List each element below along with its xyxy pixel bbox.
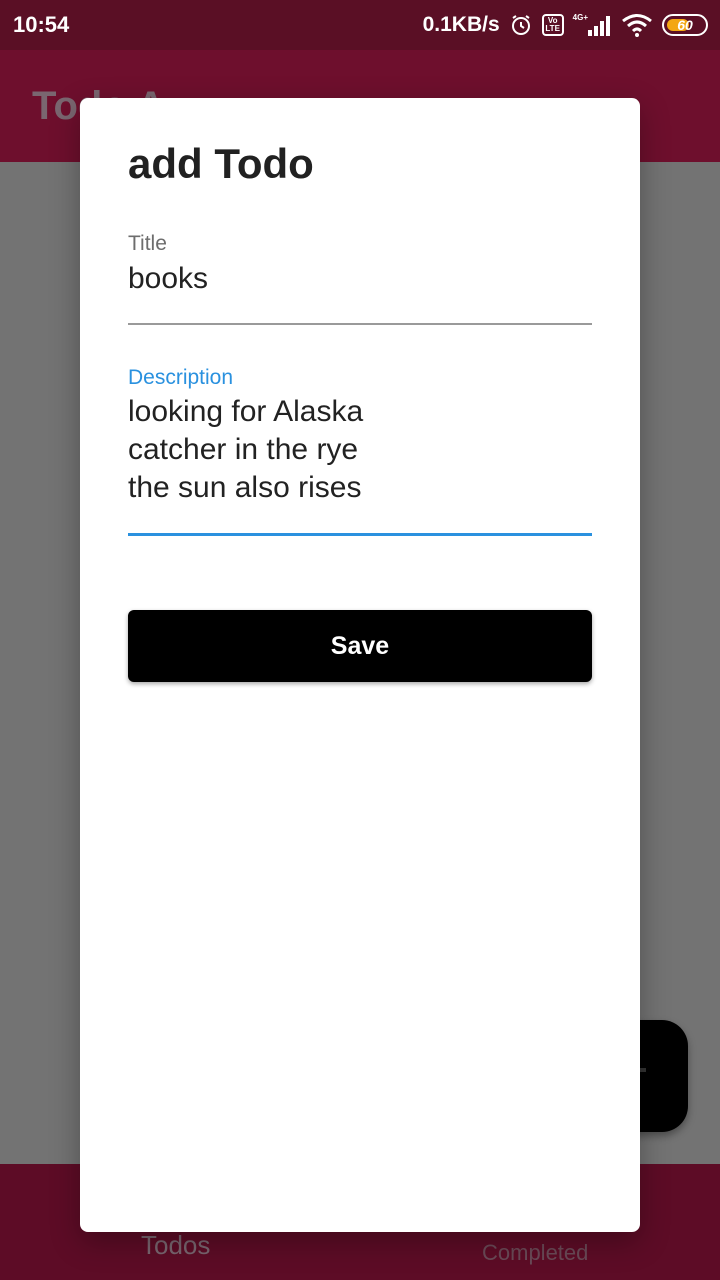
description-field-label: Description [128, 366, 234, 389]
tab-todos: Todos [141, 1230, 211, 1260]
network-speed: 0.1KB/s [422, 13, 500, 36]
battery-icon: 60 [662, 14, 708, 36]
description-input[interactable]: looking for Alaska catcher in the rye th… [128, 393, 592, 507]
title-field-label: Title [128, 232, 167, 255]
save-button[interactable]: Save [128, 610, 592, 682]
wifi-icon [621, 13, 653, 37]
volte-icon: Vo LTE [541, 14, 564, 36]
title-input[interactable]: books [128, 260, 592, 298]
add-todo-dialog: add Todo Title books Description looking… [80, 98, 640, 1232]
title-field[interactable]: Title books [128, 232, 592, 325]
cell-signal-icon: 4G+ [572, 12, 612, 36]
dialog-title: add Todo [128, 140, 314, 187]
battery-level: 60 [677, 17, 693, 33]
tab-completed: Completed [482, 1240, 589, 1265]
status-time: 10:54 [13, 12, 70, 37]
status-icons: 0.1KB/s Vo LTE 4G+ 60 [423, 10, 708, 40]
status-bar: 10:54 0.1KB/s Vo LTE 4G+ 60 [0, 0, 720, 50]
description-field[interactable]: Description looking for Alaska catcher i… [128, 366, 592, 536]
network-type-label: 4G+ [572, 12, 588, 22]
alarm-icon [509, 13, 533, 37]
